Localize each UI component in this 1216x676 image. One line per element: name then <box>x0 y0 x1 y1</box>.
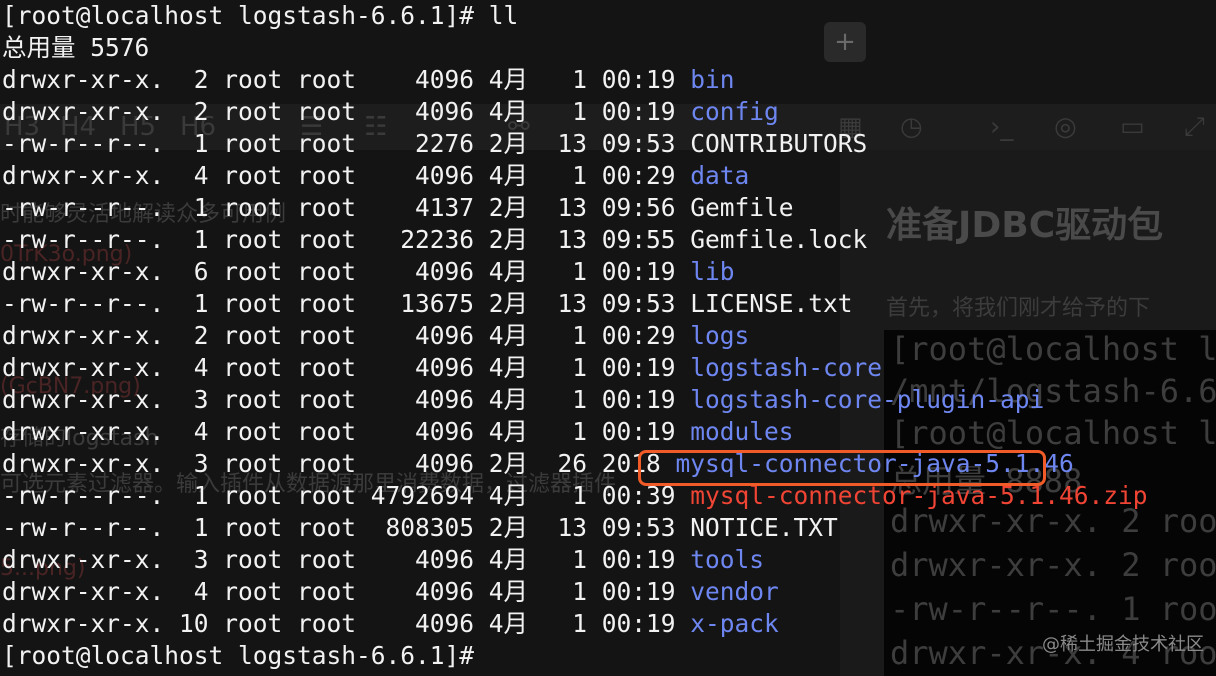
listing-meta: -rw-r--r--. 1 root root 13675 2月 13 09:5… <box>2 289 691 318</box>
listing-row: drwxr-xr-x. 4 root root 4096 4月 1 00:19 … <box>2 352 882 384</box>
listing-row: drwxr-xr-x. 4 root root 4096 4月 1 00:29 … <box>2 160 749 192</box>
terminal-window[interactable]: [root@localhost logstash-6.6.1]# ll 总用量 … <box>0 0 1216 676</box>
listing-meta: -rw-r--r--. 1 root root 22236 2月 13 09:5… <box>2 225 691 254</box>
total-line: 总用量 5576 <box>2 33 150 62</box>
listing-meta: drwxr-xr-x. 2 root root 4096 4月 1 00:19 <box>2 65 691 94</box>
listing-filename[interactable]: NOTICE.TXT <box>690 513 838 542</box>
listing-row: drwxr-xr-x. 4 root root 4096 4月 1 00:19 … <box>2 416 794 448</box>
listing-meta: drwxr-xr-x. 3 root root 4096 4月 1 00:19 <box>2 545 691 574</box>
listing-meta: -rw-r--r--. 1 root root 4792694 4月 1 00:… <box>2 481 691 510</box>
highlight-annotation <box>638 450 1046 486</box>
listing-meta: drwxr-xr-x. 3 root root 4096 4月 1 00:19 <box>2 385 691 414</box>
final-prompt-line[interactable]: [root@localhost logstash-6.6.1]# <box>2 640 474 672</box>
listing-row: -rw-r--r--. 1 root root 2276 2月 13 09:53… <box>2 128 867 160</box>
listing-meta: drwxr-xr-x. 10 root root 4096 4月 1 00:19 <box>2 609 691 638</box>
listing-meta: -rw-r--r--. 1 root root 4137 2月 13 09:56 <box>2 193 691 222</box>
listing-meta: drwxr-xr-x. 4 root root 4096 4月 1 00:19 <box>2 417 691 446</box>
listing-filename[interactable]: data <box>690 161 749 190</box>
listing-meta: -rw-r--r--. 1 root root 2276 2月 13 09:53 <box>2 129 691 158</box>
listing-meta: -rw-r--r--. 1 root root 808305 2月 13 09:… <box>2 513 691 542</box>
listing-filename[interactable]: logs <box>690 321 749 350</box>
listing-filename[interactable]: logstash-core-plugin-api <box>690 385 1044 414</box>
listing-row: -rw-r--r--. 1 root root 4137 2月 13 09:56… <box>2 192 794 224</box>
listing-meta: drwxr-xr-x. 4 root root 4096 4月 1 00:29 <box>2 161 691 190</box>
listing-row: -rw-r--r--. 1 root root 22236 2月 13 09:5… <box>2 224 867 256</box>
listing-filename[interactable]: bin <box>690 65 734 94</box>
listing-row: drwxr-xr-x. 3 root root 4096 4月 1 00:19 … <box>2 384 1044 416</box>
listing-filename[interactable]: tools <box>690 545 764 574</box>
listing-filename[interactable]: Gemfile.lock <box>690 225 867 254</box>
listing-filename[interactable]: Gemfile <box>690 193 793 222</box>
listing-filename[interactable]: lib <box>690 257 734 286</box>
listing-row: drwxr-xr-x. 10 root root 4096 4月 1 00:19… <box>2 608 779 640</box>
listing-row: drwxr-xr-x. 2 root root 4096 4月 1 00:19 … <box>2 64 735 96</box>
listing-meta: drwxr-xr-x. 3 root root 4096 2月 26 2018 <box>2 449 676 478</box>
listing-meta: drwxr-xr-x. 4 root root 4096 4月 1 00:19 <box>2 577 691 606</box>
listing-row: drwxr-xr-x. 4 root root 4096 4月 1 00:19 … <box>2 576 779 608</box>
listing-row: -rw-r--r--. 1 root root 13675 2月 13 09:5… <box>2 288 853 320</box>
listing-filename[interactable]: modules <box>690 417 793 446</box>
listing-filename[interactable]: logstash-core <box>690 353 882 382</box>
listing-row: drwxr-xr-x. 2 root root 4096 4月 1 00:29 … <box>2 320 749 352</box>
listing-row: drwxr-xr-x. 6 root root 4096 4月 1 00:19 … <box>2 256 735 288</box>
listing-filename[interactable]: x-pack <box>690 609 779 638</box>
listing-meta: drwxr-xr-x. 6 root root 4096 4月 1 00:19 <box>2 257 691 286</box>
listing-row: drwxr-xr-x. 2 root root 4096 4月 1 00:19 … <box>2 96 779 128</box>
listing-filename[interactable]: vendor <box>690 577 779 606</box>
listing-filename[interactable]: LICENSE.txt <box>690 289 852 318</box>
listing-row: -rw-r--r--. 1 root root 808305 2月 13 09:… <box>2 512 838 544</box>
listing-filename[interactable]: config <box>690 97 779 126</box>
command-prompt-line: [root@localhost logstash-6.6.1]# ll <box>2 1 519 30</box>
listing-meta: drwxr-xr-x. 4 root root 4096 4月 1 00:19 <box>2 353 691 382</box>
listing-filename[interactable]: CONTRIBUTORS <box>690 129 867 158</box>
listing-meta: drwxr-xr-x. 2 root root 4096 4月 1 00:19 <box>2 97 691 126</box>
listing-row: drwxr-xr-x. 3 root root 4096 4月 1 00:19 … <box>2 544 764 576</box>
listing-meta: drwxr-xr-x. 2 root root 4096 4月 1 00:29 <box>2 321 691 350</box>
